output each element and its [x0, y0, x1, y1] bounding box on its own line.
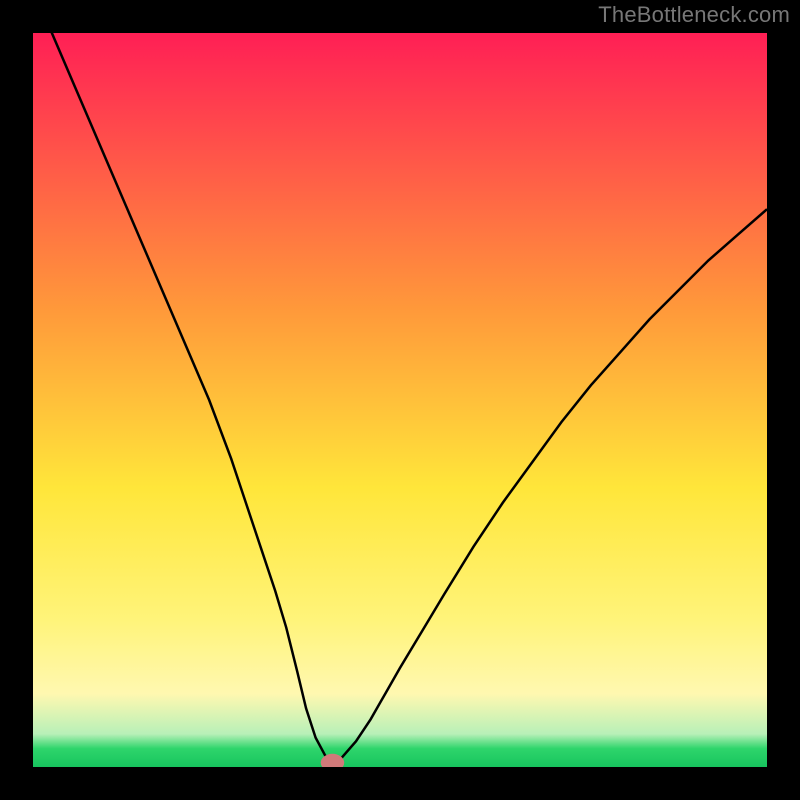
chart-frame: TheBottleneck.com: [0, 0, 800, 800]
gradient-background: [33, 33, 767, 767]
plot-svg: [33, 33, 767, 767]
plot-area: [33, 33, 767, 767]
watermark-text: TheBottleneck.com: [598, 2, 790, 28]
